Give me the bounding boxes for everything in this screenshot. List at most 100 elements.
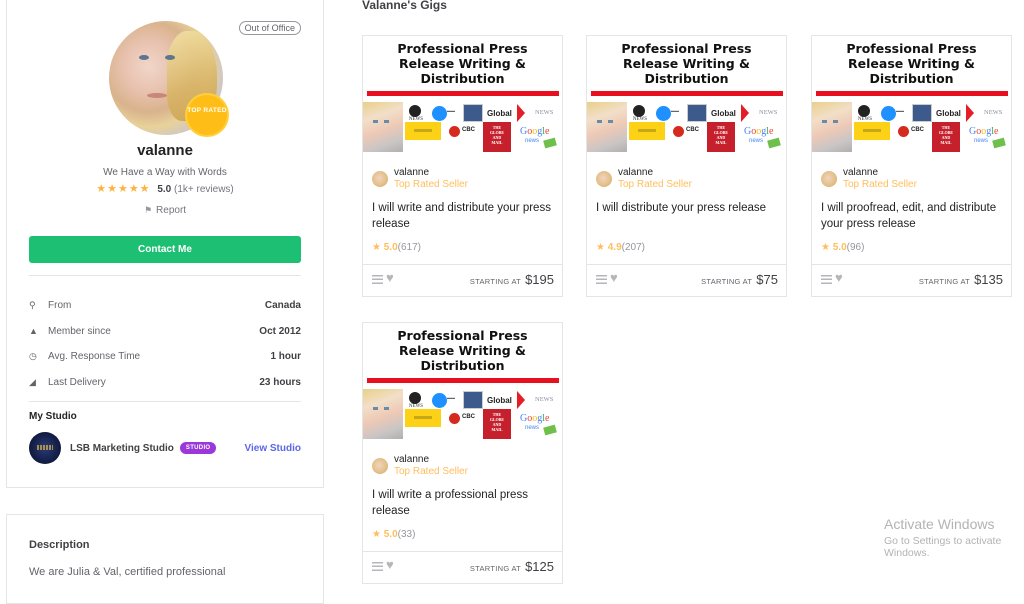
starting-at-label: STARTING AT: [701, 277, 753, 286]
cbc-logo-icon: [673, 126, 684, 137]
gig-card-1[interactable]: Professional Press Release Writing & Dis…: [362, 35, 563, 297]
seller-avatar[interactable]: TOP RATED: [109, 21, 227, 135]
gig-rating-score: 5.0: [383, 242, 398, 253]
abc-news-logo-icon: [409, 105, 421, 117]
global-logo-icon: Global: [487, 109, 512, 118]
gig-seller-name[interactable]: valanne: [394, 167, 429, 178]
seller-avatar-small[interactable]: [596, 171, 612, 187]
user-icon: ▲: [29, 326, 38, 337]
gig-price[interactable]: STARTING AT $195: [470, 272, 554, 287]
description-text: We are Julia & Val, certified profession…: [29, 566, 226, 578]
description-title: Description: [29, 539, 90, 551]
cbc-logo-icon: [898, 126, 909, 137]
gig-review-count: (617): [397, 242, 422, 253]
gig-thumbnail[interactable]: Professional Press Release Writing & Dis…: [363, 36, 562, 156]
rating-value: 5.0: [157, 184, 172, 195]
gig-card-2[interactable]: Professional Press Release Writing & Dis…: [586, 35, 787, 297]
star-icon: ★: [372, 242, 381, 253]
yellow-logo-icon: [629, 122, 665, 140]
paper-plane-icon: ◢: [29, 376, 36, 387]
seller-avatar-small[interactable]: [821, 171, 837, 187]
description-card: Description We are Julia & Val, certifie…: [6, 514, 324, 604]
studio-logo[interactable]: [29, 432, 61, 464]
gig-review-count: (33): [397, 529, 416, 540]
gig-card-4[interactable]: Professional Press Release Writing & Dis…: [362, 322, 563, 584]
heart-icon[interactable]: ♥: [610, 270, 618, 285]
gig-title[interactable]: I will write and distribute your press r…: [372, 200, 558, 232]
starting-at-label: STARTING AT: [918, 277, 971, 286]
fox-news-logo-icon: [687, 104, 707, 122]
thumbnail-photo: [587, 102, 627, 152]
abc-news-logo-icon: [409, 392, 421, 404]
gig-card-3[interactable]: Professional Press Release Writing & Dis…: [811, 35, 1012, 297]
gig-rating-score: 5.0: [383, 529, 398, 540]
gig-seller-level: Top Rated Seller: [843, 179, 917, 190]
gig-title[interactable]: I will proofread, edit, and distribute y…: [821, 200, 1007, 232]
gig-thumbnail[interactable]: Professional Press Release Writing & Dis…: [812, 36, 1011, 156]
thumbnail-title: Professional Press Release Writing & Dis…: [846, 41, 977, 86]
gig-footer: ♥ STARTING AT $75: [587, 264, 786, 296]
gig-price[interactable]: STARTING AT $75: [701, 272, 778, 287]
fox-news-logo-icon: [463, 391, 483, 409]
gig-thumbnail[interactable]: Professional Press Release Writing & Dis…: [363, 323, 562, 443]
media-logos: NEWS ▬▬ Global NEWS CBC THE GLOBE AND MAIL …: [629, 102, 785, 154]
menu-icon[interactable]: [596, 275, 607, 284]
yellow-logo-icon: [405, 122, 441, 140]
gig-seller-name[interactable]: valanne: [843, 167, 878, 178]
starting-at-label: STARTING AT: [469, 277, 522, 286]
flag-icon: ⚑: [143, 205, 153, 215]
thumbnail-photo: [363, 102, 403, 152]
gig-review-count: (96): [846, 242, 865, 253]
cbc-logo-icon: [449, 413, 460, 424]
studio-name[interactable]: LSB Marketing Studio: [70, 443, 174, 454]
fox-news-logo-icon: [463, 104, 483, 122]
thumbnail-red-bar: [591, 91, 783, 96]
seller-avatar-small[interactable]: [372, 171, 388, 187]
gig-price[interactable]: STARTING AT $125: [470, 559, 554, 574]
menu-icon[interactable]: [372, 275, 383, 284]
divider: [29, 275, 301, 276]
menu-icon[interactable]: [821, 275, 832, 284]
gig-title[interactable]: I will distribute your press release: [596, 200, 782, 216]
gig-footer: ♥ STARTING AT $135: [812, 264, 1011, 296]
cbs-logo-icon: [881, 106, 896, 121]
menu-icon[interactable]: [372, 562, 383, 571]
seller-tagline: We Have a Way with Words: [103, 167, 227, 178]
gig-title[interactable]: I will write a professional press releas…: [372, 487, 558, 519]
ctv-news-logo-icon: NEWS: [535, 396, 554, 403]
global-logo-icon: Global: [487, 396, 512, 405]
cbs-logo-icon: [656, 106, 671, 121]
google-news-logo-icon: Google: [520, 413, 550, 424]
view-studio-link[interactable]: View Studio: [245, 443, 302, 454]
global-logo-icon: Global: [711, 109, 736, 118]
google-news-logo-icon: Google: [520, 126, 550, 137]
gig-seller-name[interactable]: valanne: [394, 454, 429, 465]
gig-rating: ★ 5.0(33): [372, 529, 415, 540]
fox-news-logo-icon: [912, 104, 932, 122]
contact-me-button[interactable]: Contact Me: [29, 236, 301, 263]
gig-thumbnail[interactable]: Professional Press Release Writing & Dis…: [587, 36, 786, 156]
heart-icon[interactable]: ♥: [835, 270, 843, 285]
heart-icon[interactable]: ♥: [386, 270, 394, 285]
watermark-subtitle: Go to Settings to activate Windows.: [884, 535, 1002, 559]
stat-from: ⚲ From Canada: [29, 300, 301, 312]
gig-seller-level: Top Rated Seller: [394, 179, 468, 190]
gig-price-value: $125: [525, 559, 554, 574]
report-link[interactable]: ⚑ Report: [7, 205, 323, 216]
abc-news-logo-icon: [633, 105, 645, 117]
google-news-logo-icon: Google: [744, 126, 774, 137]
media-logos: NEWS ▬▬ Global NEWS CBC THE GLOBE AND MAIL …: [854, 102, 1010, 154]
gig-rating: ★ 5.0(617): [372, 242, 421, 253]
clock-icon: ◷: [29, 351, 37, 362]
seller-avatar-small[interactable]: [372, 458, 388, 474]
star-icon: ★: [596, 242, 605, 253]
global-logo-icon: Global: [936, 109, 961, 118]
gig-seller: valanne Top Rated Seller: [372, 167, 557, 193]
gig-seller-name[interactable]: valanne: [618, 167, 653, 178]
heart-icon[interactable]: ♥: [386, 557, 394, 572]
thumbnail-title: Professional Press Release Writing & Dis…: [621, 41, 752, 86]
seller-username: valanne: [137, 142, 193, 159]
gig-price[interactable]: STARTING AT $135: [919, 272, 1003, 287]
cbc-logo-icon: [449, 126, 460, 137]
thumbnail-red-bar: [816, 91, 1008, 96]
